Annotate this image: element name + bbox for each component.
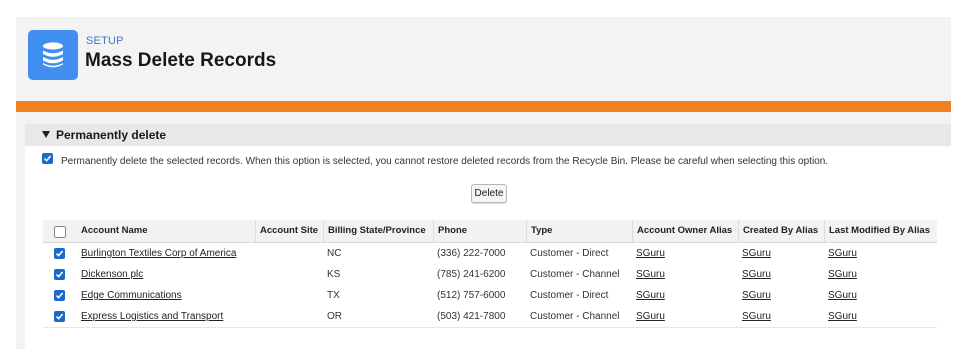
- row-checkbox[interactable]: [54, 248, 65, 259]
- delete-button[interactable]: Delete: [471, 184, 507, 203]
- column-owner-alias[interactable]: Account Owner Alias: [632, 220, 738, 242]
- table-row: Edge Communications TX (512) 757-6000 Cu…: [43, 285, 937, 307]
- billing-state: OR: [327, 311, 342, 322]
- created-by-alias[interactable]: SGuru: [742, 290, 771, 301]
- permanently-delete-panel: Permanently delete Permanently delete th…: [25, 124, 951, 349]
- last-modified-alias[interactable]: SGuru: [828, 311, 857, 322]
- modified-by-link[interactable]: SGuru: [824, 285, 937, 306]
- created-by-link[interactable]: SGuru: [738, 306, 824, 327]
- checkmark-icon: [43, 155, 52, 162]
- database-icon: [28, 30, 78, 80]
- checkmark-icon: [55, 271, 64, 278]
- account-name[interactable]: Express Logistics and Transport: [81, 311, 223, 322]
- owner-alias-link[interactable]: SGuru: [632, 306, 738, 327]
- column-billing-state[interactable]: Billing State/Province: [323, 220, 433, 242]
- account-name-link[interactable]: Edge Communications: [77, 285, 255, 306]
- account-type: Customer - Channel: [530, 311, 620, 322]
- last-modified-alias[interactable]: SGuru: [828, 269, 857, 280]
- owner-alias-link[interactable]: SGuru: [632, 264, 738, 285]
- column-phone[interactable]: Phone: [433, 220, 526, 242]
- collapse-triangle-icon[interactable]: [42, 131, 50, 138]
- created-by-link[interactable]: SGuru: [738, 243, 824, 264]
- permanently-delete-checkbox[interactable]: [42, 153, 53, 164]
- phone: (512) 757-6000: [437, 290, 506, 301]
- row-checkbox[interactable]: [54, 311, 65, 322]
- account-name[interactable]: Edge Communications: [81, 290, 182, 301]
- column-last-modified-alias[interactable]: Last Modified By Alias: [824, 220, 937, 242]
- billing-state: KS: [327, 269, 341, 280]
- account-name-link[interactable]: Burlington Textiles Corp of America: [77, 243, 255, 264]
- page-title: Mass Delete Records: [85, 50, 277, 71]
- account-site: [255, 285, 323, 306]
- owner-alias-link[interactable]: SGuru: [632, 285, 738, 306]
- accent-bar: [16, 101, 951, 112]
- page-header: SETUP Mass Delete Records: [16, 17, 951, 101]
- owner-alias[interactable]: SGuru: [636, 290, 665, 301]
- created-by-link[interactable]: SGuru: [738, 285, 824, 306]
- checkmark-icon: [55, 313, 64, 320]
- owner-alias-link[interactable]: SGuru: [632, 243, 738, 264]
- column-account-name[interactable]: Account Name: [77, 220, 255, 242]
- created-by-alias[interactable]: SGuru: [742, 248, 771, 259]
- table-row: Burlington Textiles Corp of America NC (…: [43, 243, 937, 265]
- last-modified-alias[interactable]: SGuru: [828, 248, 857, 259]
- account-name[interactable]: Burlington Textiles Corp of America: [81, 248, 236, 259]
- checkmark-icon: [55, 250, 64, 257]
- phone: (503) 421-7800: [437, 311, 506, 322]
- last-modified-alias[interactable]: SGuru: [828, 290, 857, 301]
- section-title: Permanently delete: [56, 128, 167, 142]
- owner-alias[interactable]: SGuru: [636, 311, 665, 322]
- billing-state: NC: [327, 248, 342, 259]
- account-name[interactable]: Dickenson plc: [81, 269, 143, 280]
- column-account-site[interactable]: Account Site: [255, 220, 323, 242]
- row-checkbox[interactable]: [54, 290, 65, 301]
- account-site: [255, 264, 323, 285]
- phone: (785) 241-6200: [437, 269, 506, 280]
- select-all-checkbox[interactable]: [54, 226, 66, 238]
- phone: (336) 222-7000: [437, 248, 506, 259]
- billing-state: TX: [327, 290, 340, 301]
- account-name-link[interactable]: Express Logistics and Transport: [77, 306, 255, 327]
- created-by-link[interactable]: SGuru: [738, 264, 824, 285]
- table-header: Account Name Account Site Billing State/…: [43, 220, 937, 243]
- row-checkbox[interactable]: [54, 269, 65, 280]
- permanently-delete-description: Permanently delete the selected records.…: [61, 156, 829, 167]
- account-type: Customer - Direct: [530, 290, 609, 301]
- account-site: [255, 306, 323, 327]
- table-row: Dickenson plc KS (785) 241-6200 Customer…: [43, 264, 937, 286]
- checkmark-icon: [55, 292, 64, 299]
- owner-alias[interactable]: SGuru: [636, 269, 665, 280]
- section-header[interactable]: Permanently delete: [25, 124, 951, 146]
- account-site: [255, 243, 323, 264]
- setup-label: SETUP: [86, 35, 124, 47]
- modified-by-link[interactable]: SGuru: [824, 243, 937, 264]
- modified-by-link[interactable]: SGuru: [824, 306, 937, 327]
- column-created-by-alias[interactable]: Created By Alias: [738, 220, 824, 242]
- account-type: Customer - Channel: [530, 269, 620, 280]
- modified-by-link[interactable]: SGuru: [824, 264, 937, 285]
- owner-alias[interactable]: SGuru: [636, 248, 665, 259]
- account-type: Customer - Direct: [530, 248, 609, 259]
- created-by-alias[interactable]: SGuru: [742, 311, 771, 322]
- table-row: Express Logistics and Transport OR (503)…: [43, 306, 937, 328]
- created-by-alias[interactable]: SGuru: [742, 269, 771, 280]
- account-name-link[interactable]: Dickenson plc: [77, 264, 255, 285]
- column-type[interactable]: Type: [526, 220, 632, 242]
